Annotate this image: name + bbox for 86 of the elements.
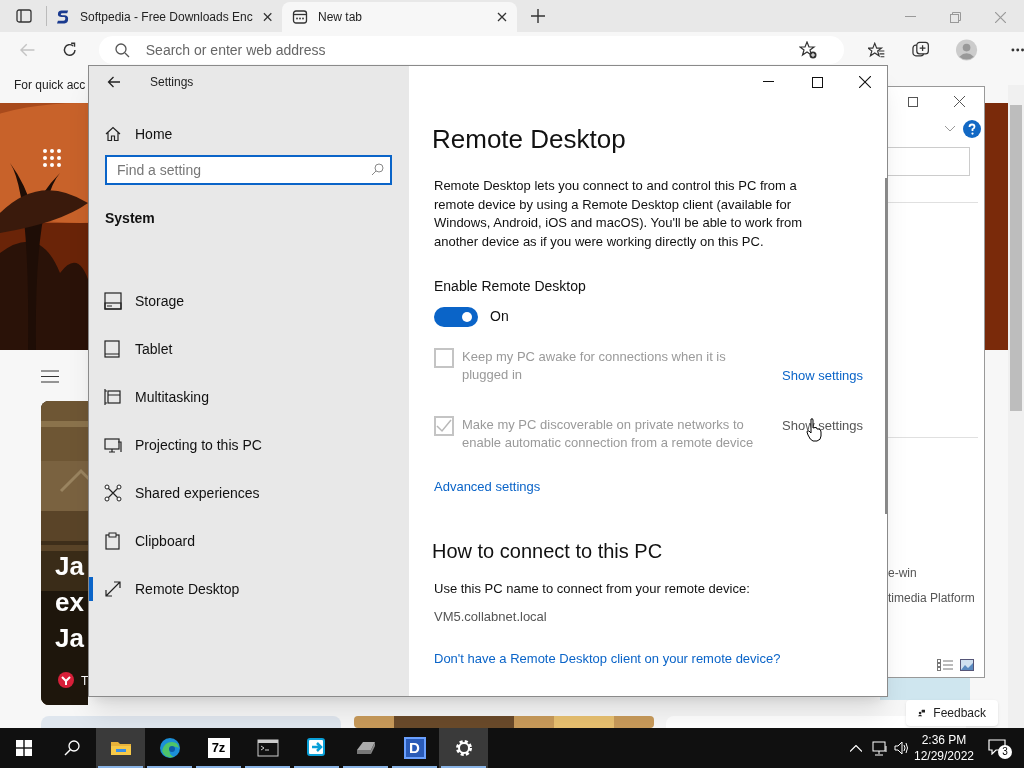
browser-swirl-icon xyxy=(158,737,181,759)
tablet-icon xyxy=(104,340,122,358)
help-icon[interactable] xyxy=(963,120,981,138)
window-title: Settings xyxy=(150,74,194,91)
maximize-icon[interactable] xyxy=(812,76,823,88)
volume-icon[interactable] xyxy=(894,741,910,755)
home-item[interactable]: Home xyxy=(89,122,409,146)
description: Remote Desktop lets you connect to and control this PC from a remote device by using a Remote Desktop client (available for Windows, Android, iOS and macOS). You'll be able to work from another device as if you were working directly on this PC. xyxy=(434,177,804,251)
close-icon[interactable] xyxy=(954,96,965,107)
instruction-text: Use this PC name to connect from your remote device: xyxy=(434,580,751,598)
nav-item[interactable]: Shared experiences xyxy=(89,469,409,517)
browser-tab[interactable]: New tab xyxy=(282,2,517,32)
news-card[interactable]: Ja ex Ja T xyxy=(41,401,88,705)
page-heading: Remote Desktop xyxy=(432,123,627,156)
address-bar[interactable]: Search or enter web address xyxy=(98,36,844,64)
taskbar-app[interactable] xyxy=(96,728,145,768)
nav-item[interactable]: Multitasking xyxy=(89,373,409,421)
shared-icon xyxy=(104,484,122,502)
feedback-button[interactable]: Feedback xyxy=(906,700,998,726)
back-arrow-icon[interactable] xyxy=(107,76,121,88)
search-field[interactable]: Find a setting xyxy=(105,155,392,185)
feedback-icon xyxy=(918,707,926,719)
menu-icon[interactable] xyxy=(41,370,59,383)
apps-grid-icon[interactable] xyxy=(42,148,62,168)
notification-icon xyxy=(988,739,1006,755)
projecting-icon xyxy=(104,436,122,454)
collections-icon[interactable] xyxy=(912,41,930,59)
headline: Ja ex Ja xyxy=(55,550,84,655)
source-logo-icon xyxy=(58,672,74,688)
remote-client-link[interactable]: Don't have a Remote Desktop client on your remote device? xyxy=(434,649,781,669)
taskbar-app[interactable]: 7z xyxy=(194,728,243,768)
list-item-text: e-win xyxy=(888,565,917,582)
site-logo-icon xyxy=(57,9,70,25)
new-tab-plus-icon[interactable] xyxy=(531,9,545,23)
list-item-text: timedia Platform xyxy=(888,590,975,607)
scrollbar[interactable] xyxy=(1008,85,1024,728)
tab-title: New tab xyxy=(318,9,364,26)
preview-view-icon[interactable] xyxy=(960,659,974,671)
close-icon[interactable] xyxy=(859,76,871,88)
section-heading: How to connect to this PC xyxy=(432,539,664,564)
action-center-button[interactable]: 3 xyxy=(988,737,1010,759)
nav-item[interactable]: Tablet xyxy=(89,325,409,373)
details-view-icon[interactable] xyxy=(937,659,953,671)
nav-item[interactable]: Projecting to this PC xyxy=(89,421,409,469)
toggle-label: Enable Remote Desktop xyxy=(434,277,587,296)
windows-logo-icon xyxy=(16,740,32,756)
checkbox-label: Make my PC discoverable on private networks to enable automatic connection from a remote device xyxy=(462,415,754,452)
search-icon xyxy=(371,163,384,176)
minimize-icon[interactable] xyxy=(763,81,774,83)
home-icon xyxy=(105,126,121,142)
add-favorite-icon[interactable] xyxy=(798,41,817,59)
nav-item[interactable]: Clipboard xyxy=(89,517,409,565)
clipboard-icon xyxy=(104,532,122,550)
checkbox-label: Keep my PC awake for connections when it is plugged in xyxy=(462,348,727,384)
quick-access-hint: For quick acc xyxy=(14,77,86,94)
section-heading: System xyxy=(105,209,156,228)
search-icon xyxy=(114,43,130,58)
refresh-icon[interactable] xyxy=(62,42,78,58)
tab-title: Softpedia - Free Downloads Enc xyxy=(79,9,253,26)
nav-item[interactable]: Remote Desktop xyxy=(89,565,409,613)
advanced-settings-link[interactable]: Advanced settings xyxy=(434,476,541,496)
chevron-down-icon[interactable] xyxy=(945,126,955,132)
profile-avatar-icon[interactable] xyxy=(956,39,978,61)
chevron-up-icon[interactable] xyxy=(850,744,862,752)
close-tab-icon[interactable] xyxy=(262,12,272,22)
remote-icon xyxy=(104,580,122,598)
network-icon[interactable] xyxy=(872,740,888,756)
new-tab-icon xyxy=(292,9,308,25)
source-name: T xyxy=(81,673,88,690)
toggle-switch[interactable] xyxy=(434,306,478,327)
pc-name: VM5.collabnet.local xyxy=(434,607,548,626)
storage-icon xyxy=(104,292,122,310)
maximize-icon[interactable] xyxy=(908,97,918,107)
more-menu-icon[interactable] xyxy=(1010,48,1024,52)
clock[interactable]: 2:36 PM 12/29/2022 xyxy=(916,732,972,764)
toggle-state: On xyxy=(490,307,509,326)
search-icon xyxy=(64,740,80,756)
multitasking-icon xyxy=(104,388,122,406)
favorites-icon[interactable] xyxy=(867,41,886,59)
tab-actions-icon[interactable] xyxy=(16,9,32,23)
nav-item[interactable]: Storage xyxy=(89,277,409,325)
taskbar-app[interactable]: D xyxy=(390,728,439,768)
close-tab-icon[interactable] xyxy=(497,12,507,22)
notification-count: 3 xyxy=(998,745,1012,759)
terminal-icon xyxy=(256,737,279,759)
taskbar-app[interactable] xyxy=(439,728,488,768)
